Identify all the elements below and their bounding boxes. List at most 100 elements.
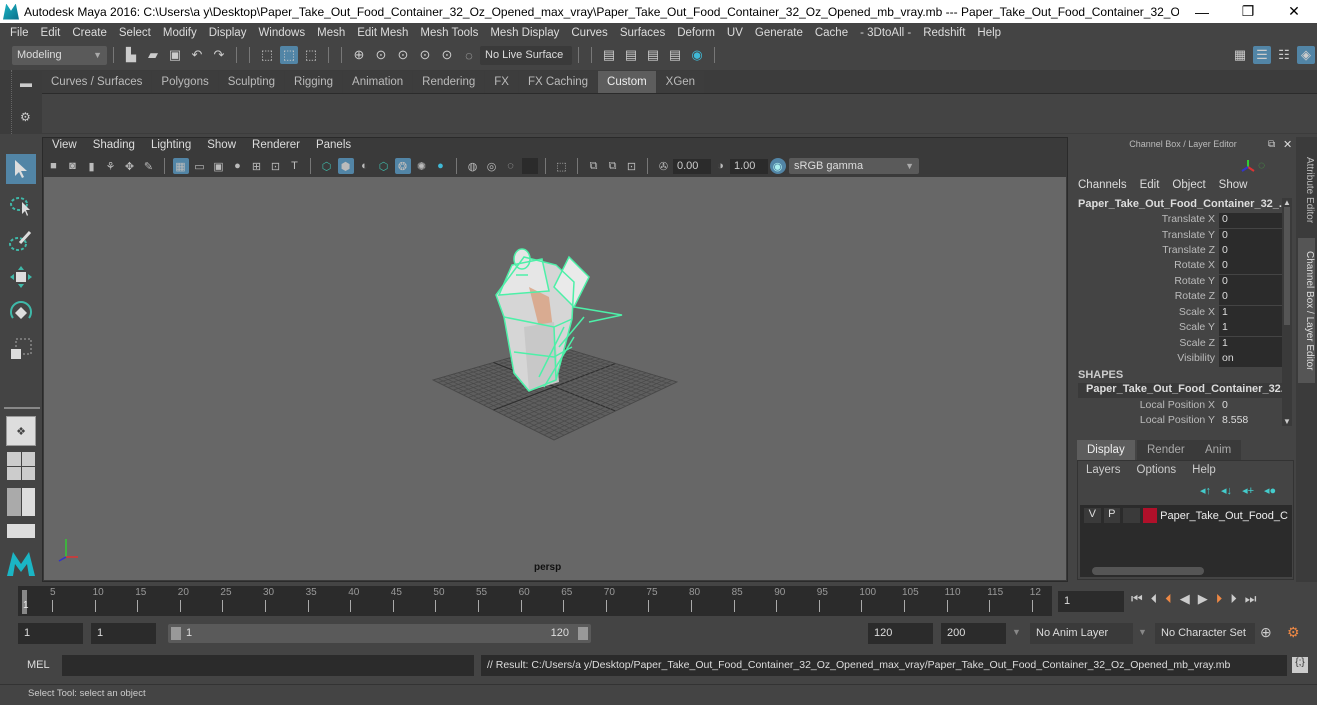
- two-view-layout-icon[interactable]: [7, 488, 35, 516]
- menu-cache[interactable]: Cache: [809, 27, 854, 39]
- resolution-gate-icon[interactable]: ▣: [211, 158, 227, 174]
- layer-tab-anim[interactable]: Anim: [1195, 440, 1242, 460]
- shelf-tab-fx-caching[interactable]: FX Caching: [518, 71, 598, 93]
- layer-visibility-toggle[interactable]: V: [1084, 508, 1101, 523]
- new-layer-selected-icon[interactable]: ◂●: [1264, 484, 1276, 497]
- hypershade-icon[interactable]: ◉: [688, 46, 706, 64]
- mode-dropdown[interactable]: Modeling ▼: [12, 45, 107, 65]
- move-tool-icon[interactable]: [6, 262, 36, 292]
- layers-menu[interactable]: Layers: [1086, 464, 1121, 476]
- menu-mesh-display[interactable]: Mesh Display: [484, 27, 565, 39]
- open-scene-icon[interactable]: ▰: [144, 46, 162, 64]
- animation-preferences-icon[interactable]: ⚙: [1287, 624, 1300, 641]
- redo-icon[interactable]: ↷: [210, 46, 228, 64]
- shelf-menu-icon[interactable]: ▬: [20, 76, 32, 90]
- menu-edit[interactable]: Edit: [35, 27, 67, 39]
- layer-row[interactable]: V P Paper_Take_Out_Food_C: [1080, 505, 1292, 526]
- 3d-viewport[interactable]: [44, 177, 1066, 580]
- shelf-tab-fx[interactable]: FX: [485, 71, 518, 93]
- menu-uv[interactable]: UV: [721, 27, 749, 39]
- shelf-tab-polygons[interactable]: Polygons: [152, 71, 218, 93]
- range-start-handle[interactable]: [171, 627, 181, 640]
- viewport-menu-panels[interactable]: Panels: [308, 139, 359, 155]
- menu-windows[interactable]: Windows: [252, 27, 311, 39]
- menu-help[interactable]: Help: [971, 27, 1007, 39]
- attribute-editor-toggle-icon[interactable]: ☰: [1253, 46, 1271, 64]
- grid-toggle-icon[interactable]: ▦: [172, 158, 189, 174]
- image-plane-icon[interactable]: ⚘: [103, 158, 119, 174]
- menu-mesh[interactable]: Mesh: [311, 27, 351, 39]
- color-management-toggle-icon[interactable]: ◉: [769, 158, 786, 174]
- speed-icon[interactable]: ◌: [1258, 158, 1265, 172]
- scale-tool-icon[interactable]: [6, 334, 36, 364]
- select-tool-icon[interactable]: [6, 154, 36, 184]
- scrollbar-thumb[interactable]: [1092, 567, 1204, 575]
- start-time-field[interactable]: 1: [18, 623, 83, 644]
- snap-grid-icon[interactable]: ⊕: [350, 46, 368, 64]
- bookmark-icon[interactable]: ▮: [84, 158, 100, 174]
- field-chart-icon[interactable]: ⊞: [249, 158, 265, 174]
- shelf-tab-curves-surfaces[interactable]: Curves / Surfaces: [42, 71, 152, 93]
- menu-3dtoall[interactable]: - 3DtoAll -: [854, 27, 917, 39]
- minimize-button[interactable]: —: [1179, 4, 1225, 20]
- select-camera-icon[interactable]: ■: [46, 158, 62, 174]
- gate-mask-icon[interactable]: ●: [230, 158, 246, 174]
- menu-generate[interactable]: Generate: [749, 27, 809, 39]
- channel-value[interactable]: 0: [1219, 259, 1283, 274]
- wireframe-icon[interactable]: ⬡: [319, 158, 335, 174]
- channel-box-toggle-icon[interactable]: ◈: [1297, 46, 1315, 64]
- channel-box-scrollbar[interactable]: ▲ ▼: [1282, 198, 1292, 426]
- textured-icon[interactable]: ❂: [394, 158, 411, 174]
- play-backwards-icon[interactable]: ◀: [1180, 591, 1190, 607]
- channel-row[interactable]: Scale X 1: [1078, 306, 1283, 321]
- render-view-icon[interactable]: ▤: [600, 46, 618, 64]
- character-set-dropdown[interactable]: No Character Set: [1155, 623, 1255, 644]
- isolate-select-icon[interactable]: ⬚: [554, 158, 570, 174]
- undo-icon[interactable]: ↶: [188, 46, 206, 64]
- channel-value[interactable]: 8.558: [1219, 414, 1283, 429]
- playback-end-field[interactable]: 120: [868, 623, 933, 644]
- screen-space-ao-icon[interactable]: ◍: [465, 158, 481, 174]
- float-panel-icon[interactable]: ⧉: [1268, 139, 1275, 150]
- tool-settings-toggle-icon[interactable]: ☷: [1275, 46, 1293, 64]
- shape-channel-row[interactable]: Local Position X 0: [1078, 399, 1283, 414]
- move-layer-down-icon[interactable]: ◂↓: [1221, 484, 1232, 497]
- move-layer-up-icon[interactable]: ◂↑: [1200, 484, 1211, 497]
- channel-value[interactable]: 0: [1219, 399, 1283, 414]
- snap-view-plane-icon[interactable]: ⊙: [416, 46, 434, 64]
- safe-action-icon[interactable]: ⊡: [268, 158, 284, 174]
- channel-row[interactable]: Scale Z 1: [1078, 337, 1283, 352]
- gamma-field[interactable]: 1.00: [730, 158, 768, 174]
- layer-name[interactable]: Paper_Take_Out_Food_C: [1160, 510, 1288, 522]
- menu-deform[interactable]: Deform: [671, 27, 721, 39]
- layer-tab-display[interactable]: Display: [1077, 440, 1135, 460]
- rotate-tool-icon[interactable]: [6, 298, 36, 328]
- film-gate-icon[interactable]: ▭: [192, 158, 208, 174]
- save-scene-icon[interactable]: ▣: [166, 46, 184, 64]
- auto-key-icon[interactable]: ⊕: [1260, 624, 1272, 641]
- viewport-menu-renderer[interactable]: Renderer: [244, 139, 308, 155]
- step-back-key-icon[interactable]: ⏴: [1165, 591, 1172, 607]
- channel-row[interactable]: Rotate X 0: [1078, 259, 1283, 274]
- render-settings-icon[interactable]: ▤: [666, 46, 684, 64]
- menu-create[interactable]: Create: [66, 27, 113, 39]
- select-components-icon[interactable]: ⬚: [302, 46, 320, 64]
- channel-value[interactable]: 0: [1219, 290, 1283, 305]
- menu-mesh-tools[interactable]: Mesh Tools: [414, 27, 484, 39]
- go-to-end-icon[interactable]: ⏭: [1245, 591, 1257, 607]
- channel-row[interactable]: Scale Y 1: [1078, 321, 1283, 336]
- range-end-handle[interactable]: [578, 627, 588, 640]
- shadows-icon[interactable]: ●: [433, 158, 449, 174]
- go-to-start-icon[interactable]: ⏮: [1131, 591, 1143, 607]
- channel-row[interactable]: Rotate Y 0: [1078, 275, 1283, 290]
- safe-title-icon[interactable]: T: [287, 158, 303, 174]
- channel-value[interactable]: 0: [1219, 213, 1283, 228]
- menu-curves[interactable]: Curves: [565, 27, 613, 39]
- lasso-tool-icon[interactable]: [6, 190, 36, 220]
- channel-row[interactable]: Translate X 0: [1078, 213, 1283, 228]
- grease-pencil-icon[interactable]: ✎: [141, 158, 157, 174]
- shelf-tab-xgen[interactable]: XGen: [656, 71, 705, 93]
- paint-select-tool-icon[interactable]: [6, 226, 36, 256]
- object-name[interactable]: Paper_Take_Out_Food_Container_32_...: [1078, 198, 1288, 210]
- snap-point-icon[interactable]: ⊙: [394, 46, 412, 64]
